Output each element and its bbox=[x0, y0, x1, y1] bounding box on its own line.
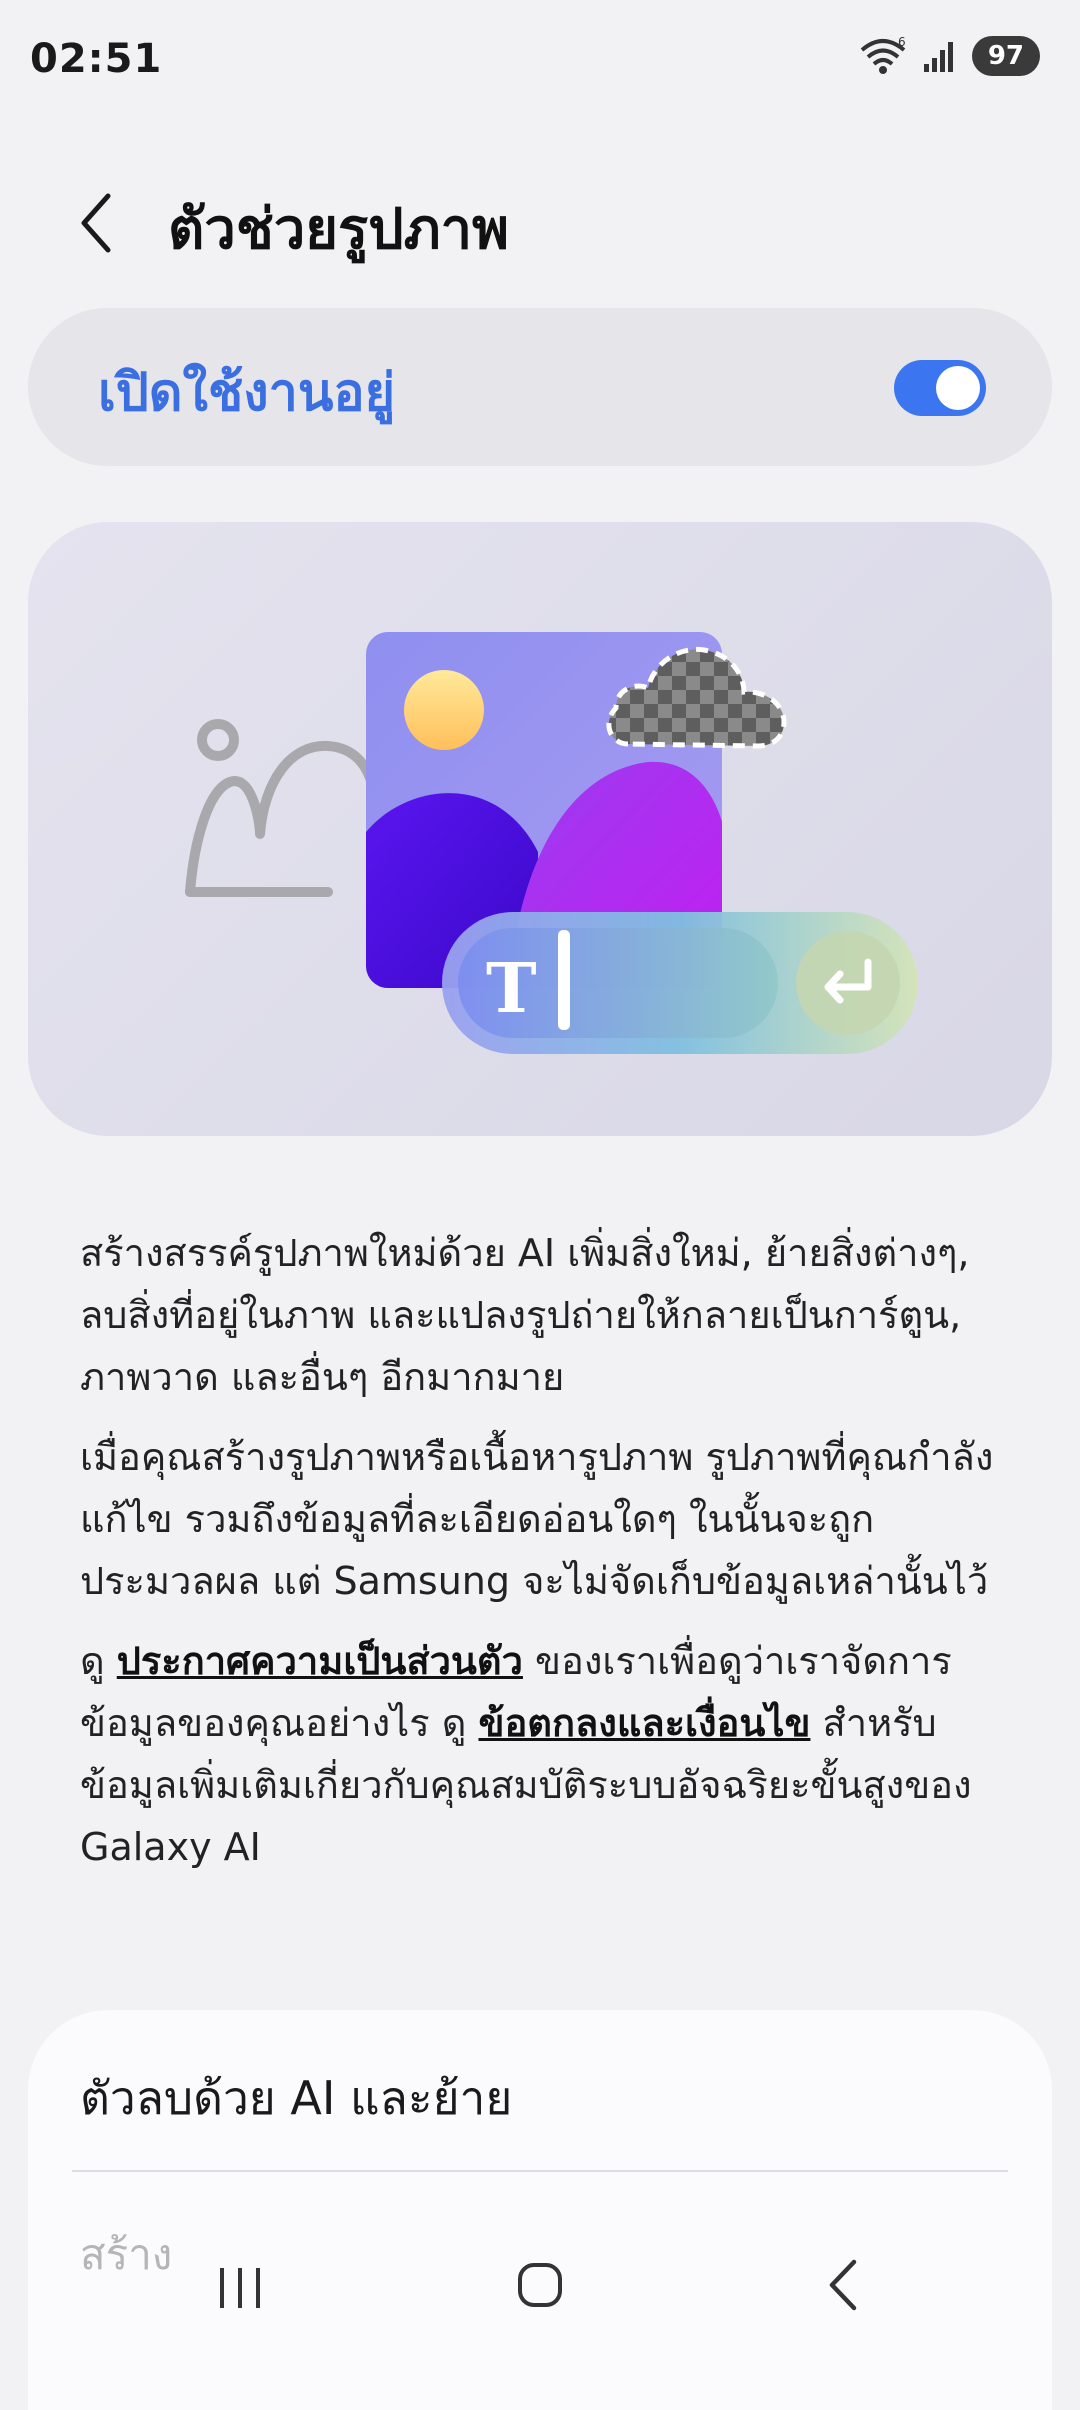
mountain-outline-icon bbox=[185, 719, 377, 897]
description-paragraph-1: สร้างสรรค์รูปภาพใหม่ด้วย AI เพิ่มสิ่งใหม… bbox=[80, 1231, 970, 1399]
feature-description: สร้างสรรค์รูปภาพใหม่ด้วย AI เพิ่มสิ่งใหม… bbox=[80, 1222, 1000, 1896]
list-item-ai-eraser[interactable]: ตัวลบด้วย AI และย้าย bbox=[80, 2062, 512, 2135]
svg-text:T: T bbox=[486, 949, 537, 1029]
home-icon[interactable] bbox=[500, 2250, 580, 2320]
illustration-graphic: T bbox=[185, 632, 918, 1054]
feature-illustration: T bbox=[28, 522, 1052, 1136]
status-bar: 02:51 6 97 bbox=[0, 0, 1080, 120]
back-icon[interactable] bbox=[804, 2250, 884, 2320]
settings-list-card: ตัวลบด้วย AI และย้าย สร้าง bbox=[28, 2010, 1052, 2410]
description-paragraph-3: ดู ประกาศความเป็นส่วนตัว ของเราเพื่อดูว่… bbox=[80, 1630, 1000, 1878]
chevron-left-icon[interactable] bbox=[70, 188, 130, 258]
divider bbox=[72, 2170, 1008, 2172]
p3-prefix: ดู bbox=[80, 1639, 117, 1683]
terms-conditions-link[interactable]: ข้อตกลงและเงื่อนไข bbox=[479, 1701, 811, 1745]
app-header: ตัวช่วยรูปภาพ bbox=[0, 170, 1080, 280]
privacy-notice-link[interactable]: ประกาศความเป็นส่วนตัว bbox=[117, 1639, 523, 1683]
battery-icon: 97 bbox=[971, 36, 1040, 76]
master-toggle-card[interactable]: เปิดใช้งานอยู่ bbox=[28, 308, 1052, 466]
system-nav-bar bbox=[0, 2230, 1080, 2340]
status-time: 02:51 bbox=[30, 36, 163, 82]
toggle-label: เปิดใช้งานอยู่ bbox=[98, 363, 396, 423]
toggle-knob bbox=[936, 366, 980, 410]
recent-apps-icon[interactable] bbox=[200, 2250, 280, 2320]
master-toggle-switch[interactable] bbox=[894, 360, 986, 416]
prompt-bar-graphic: T bbox=[442, 912, 918, 1054]
page-title: ตัวช่วยรูปภาพ bbox=[168, 197, 509, 262]
svg-text:6: 6 bbox=[898, 36, 906, 49]
description-paragraph-2: เมื่อคุณสร้างรูปภาพหรือเนื้อหารูปภาพ รูป… bbox=[80, 1435, 994, 1603]
signal-icon bbox=[923, 42, 953, 72]
status-icons: 6 97 bbox=[858, 36, 1040, 76]
wifi-icon: 6 bbox=[860, 36, 906, 74]
